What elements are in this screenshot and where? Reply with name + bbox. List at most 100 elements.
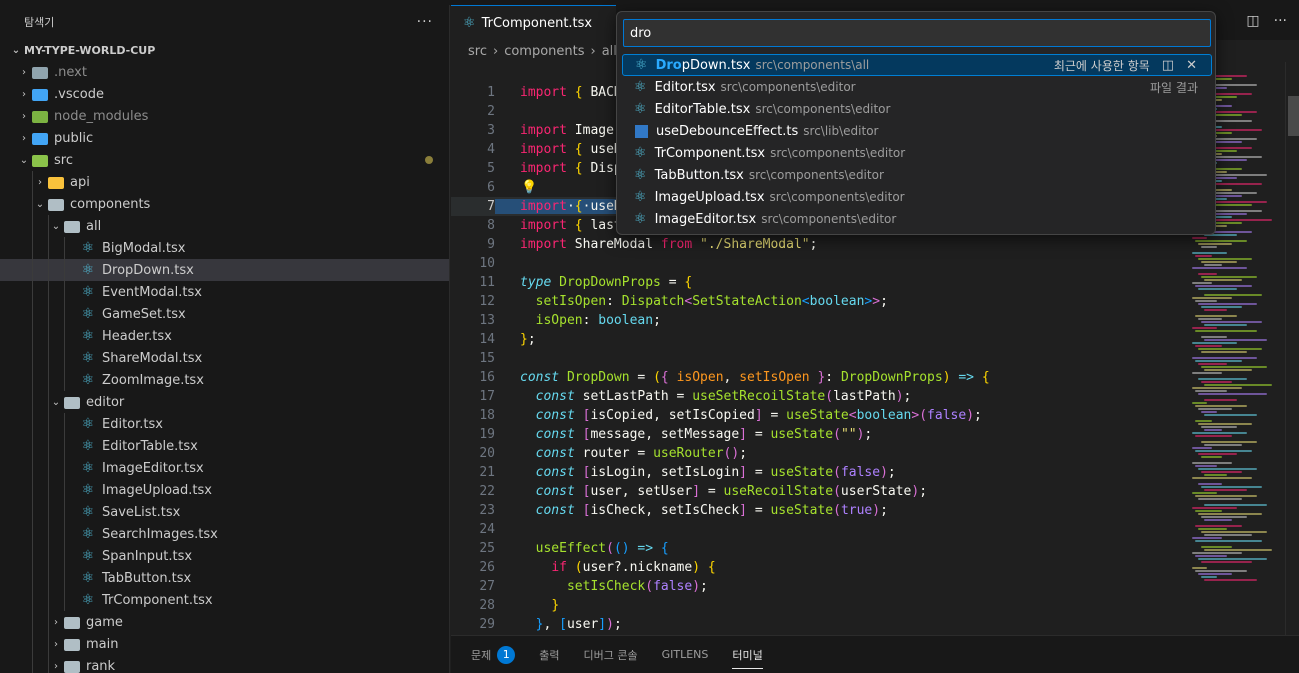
minimap-line bbox=[1192, 237, 1207, 239]
tree-item-label: all bbox=[86, 218, 102, 234]
code-text: const DropDown = ({ isOpen, setIsOpen }:… bbox=[520, 370, 990, 385]
folder-icon bbox=[32, 67, 48, 79]
quick-open-item[interactable]: ⚛ ImageEditor.tsx src\components\editor bbox=[622, 208, 1212, 230]
file-item[interactable]: ⚛ ImageEditor.tsx bbox=[0, 457, 449, 479]
quick-open-item[interactable]: ⚛ Editor.tsx src\components\editor 파일 결과 bbox=[622, 76, 1212, 98]
quick-open-item[interactable]: ⚛ EditorTable.tsx src\components\editor bbox=[622, 98, 1212, 120]
close-icon[interactable]: ✕ bbox=[1186, 58, 1197, 73]
folder-item[interactable]: ⌄ all bbox=[0, 215, 449, 237]
folder-icon bbox=[32, 155, 48, 167]
folder-item[interactable]: › rank bbox=[0, 655, 449, 673]
quick-open-item[interactable]: ⚛ TabButton.tsx src\components\editor bbox=[622, 164, 1212, 186]
quick-open-item-path: src\components\editor bbox=[748, 168, 884, 182]
folder-item[interactable]: ⌄ src bbox=[0, 149, 449, 171]
minimap-line bbox=[1204, 324, 1247, 326]
line-number: 3 bbox=[487, 123, 495, 138]
file-item[interactable]: ⚛ EditorTable.tsx bbox=[0, 435, 449, 457]
code-text: }; bbox=[520, 332, 536, 347]
panel-tab[interactable]: 디버그 콘솔 bbox=[584, 636, 638, 673]
more-icon[interactable]: ··· bbox=[1274, 13, 1287, 29]
minimap-line bbox=[1195, 420, 1212, 422]
minimap-line bbox=[1198, 468, 1257, 470]
tree-item-label: .next bbox=[54, 64, 87, 80]
project-section-header[interactable]: ⌄ MY-TYPE-WORLD-CUP bbox=[0, 39, 449, 61]
indent-guide bbox=[32, 413, 33, 435]
minimap-line bbox=[1204, 579, 1257, 581]
folder-item[interactable]: › .vscode bbox=[0, 83, 449, 105]
code-text: import { last bbox=[520, 218, 622, 233]
line-number: 27 bbox=[479, 579, 495, 594]
split-editor-icon[interactable]: ◫ bbox=[1162, 58, 1174, 73]
tree-item-label: editor bbox=[86, 394, 125, 410]
breadcrumb-item[interactable]: components bbox=[504, 44, 584, 59]
quick-open-item[interactable]: ⚛ ImageUpload.tsx src\components\editor bbox=[622, 186, 1212, 208]
code-text: import { BACK bbox=[520, 85, 622, 100]
folder-item[interactable]: › main bbox=[0, 633, 449, 655]
folder-item[interactable]: › .next bbox=[0, 61, 449, 83]
folder-icon bbox=[32, 133, 48, 145]
file-item[interactable]: ⚛ GameSet.tsx bbox=[0, 303, 449, 325]
folder-item[interactable]: ⌄ editor bbox=[0, 391, 449, 413]
minimap-line bbox=[1201, 381, 1232, 383]
split-editor-icon[interactable]: ◫ bbox=[1246, 13, 1259, 29]
folder-item[interactable]: ⌄ components bbox=[0, 193, 449, 215]
folder-icon bbox=[64, 661, 80, 673]
file-item[interactable]: ⚛ Header.tsx bbox=[0, 325, 449, 347]
breadcrumb-item[interactable]: src bbox=[468, 44, 487, 59]
minimap-line bbox=[1195, 570, 1247, 572]
breadcrumb-item[interactable]: all bbox=[602, 44, 617, 59]
indent-guide bbox=[64, 501, 65, 523]
react-icon: ⚛ bbox=[81, 460, 95, 476]
code-text: const [user, setUser] = useRecoilState(u… bbox=[535, 484, 928, 499]
minimap-line bbox=[1198, 348, 1262, 350]
minimap-line bbox=[1204, 489, 1247, 491]
file-item[interactable]: ⚛ SearchImages.tsx bbox=[0, 523, 449, 545]
file-item[interactable]: ⚛ ImageUpload.tsx bbox=[0, 479, 449, 501]
folder-item[interactable]: › node_modules bbox=[0, 105, 449, 127]
quick-open-input[interactable] bbox=[623, 19, 1211, 47]
minimap-line bbox=[1192, 507, 1237, 509]
line-number: 11 bbox=[479, 275, 495, 290]
line-number: 19 bbox=[479, 427, 495, 442]
quick-open-item-path: src\components\editor bbox=[720, 80, 856, 94]
scrollbar-thumb[interactable] bbox=[1288, 96, 1299, 136]
tab-trcomponent[interactable]: ⚛ TrComponent.tsx bbox=[451, 5, 616, 40]
panel-tab[interactable]: GITLENS bbox=[662, 636, 709, 673]
minimap-line bbox=[1201, 276, 1257, 278]
minimap-line bbox=[1192, 462, 1232, 464]
quick-open-item[interactable]: ⚛ DropDown.tsx src\components\all 최근에 사용한 항… bbox=[622, 54, 1212, 76]
minimap-line bbox=[1201, 531, 1267, 533]
file-item[interactable]: ⚛ SpanInput.tsx bbox=[0, 545, 449, 567]
file-item[interactable]: ⚛ SaveList.tsx bbox=[0, 501, 449, 523]
folder-item[interactable]: › public bbox=[0, 127, 449, 149]
line-number: 13 bbox=[479, 313, 495, 328]
file-item[interactable]: ⚛ ShareModal.tsx bbox=[0, 347, 449, 369]
panel-tab[interactable]: 출력 bbox=[539, 636, 559, 673]
minimap-line bbox=[1204, 294, 1262, 296]
file-item[interactable]: ⚛ DropDown.tsx bbox=[0, 259, 449, 281]
indent-guide bbox=[32, 281, 33, 303]
file-item[interactable]: ⚛ TrComponent.tsx bbox=[0, 589, 449, 611]
panel-tab[interactable]: 터미널 bbox=[732, 636, 764, 673]
file-item[interactable]: ⚛ ZoomImage.tsx bbox=[0, 369, 449, 391]
tree-item-label: ShareModal.tsx bbox=[102, 350, 203, 366]
folder-item[interactable]: › api bbox=[0, 171, 449, 193]
file-item[interactable]: ⚛ EventModal.tsx bbox=[0, 281, 449, 303]
file-item[interactable]: ⚛ Editor.tsx bbox=[0, 413, 449, 435]
indent-guide bbox=[32, 325, 33, 347]
folder-item[interactable]: › game bbox=[0, 611, 449, 633]
indent-guide bbox=[64, 303, 65, 325]
vertical-scrollbar[interactable] bbox=[1285, 62, 1299, 635]
code-text: } bbox=[551, 598, 560, 613]
quick-open-item[interactable]: ⚛ TrComponent.tsx src\components\editor bbox=[622, 142, 1212, 164]
minimap-line bbox=[1192, 252, 1227, 254]
file-item[interactable]: ⚛ BigModal.tsx bbox=[0, 237, 449, 259]
quick-open-item[interactable]: useDebounceEffect.ts src\lib\editor bbox=[622, 120, 1212, 142]
lightbulb-icon[interactable]: 💡 bbox=[521, 180, 537, 195]
line-number: 2 bbox=[487, 104, 495, 119]
file-item[interactable]: ⚛ TabButton.tsx bbox=[0, 567, 449, 589]
panel-tab[interactable]: 문제 1 bbox=[471, 636, 516, 673]
more-actions-icon[interactable]: ··· bbox=[417, 14, 433, 30]
indent-guide bbox=[48, 435, 49, 457]
minimap-line bbox=[1204, 519, 1232, 521]
